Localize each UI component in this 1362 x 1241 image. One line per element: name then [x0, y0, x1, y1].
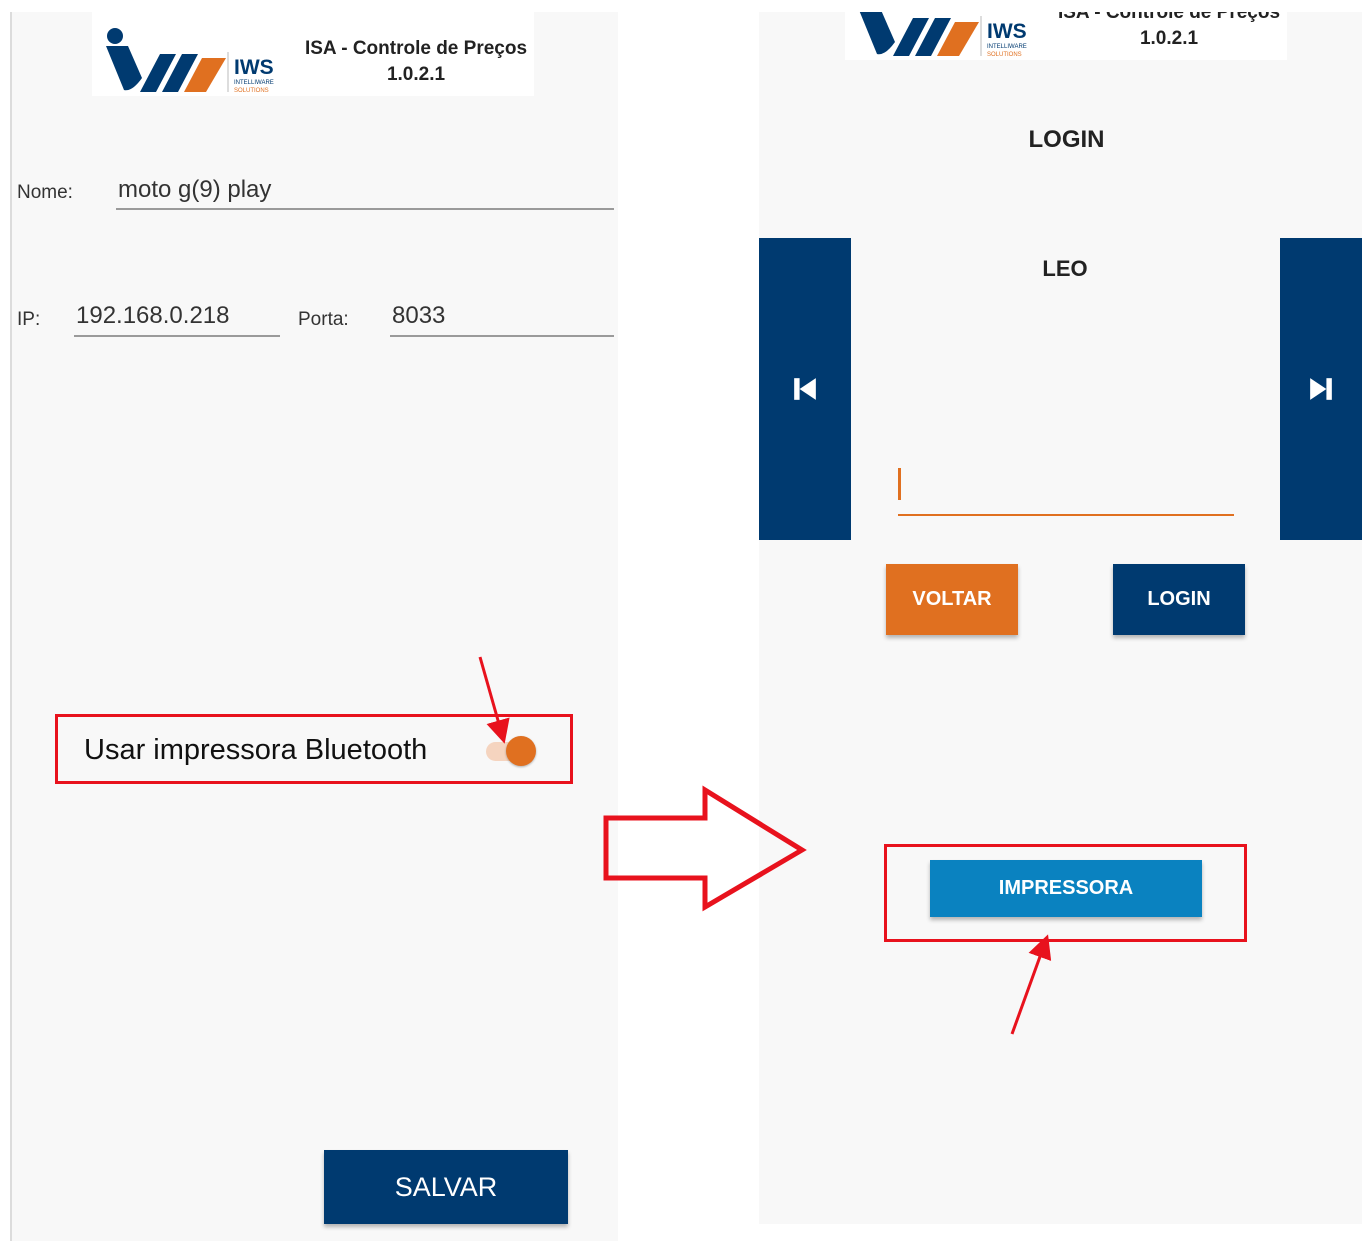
arrow-to-switch: [478, 656, 510, 744]
flow-arrow-icon: [603, 785, 807, 912]
annotation-overlay: [478, 656, 1052, 1035]
arrow-to-printer-button: [1010, 934, 1052, 1035]
